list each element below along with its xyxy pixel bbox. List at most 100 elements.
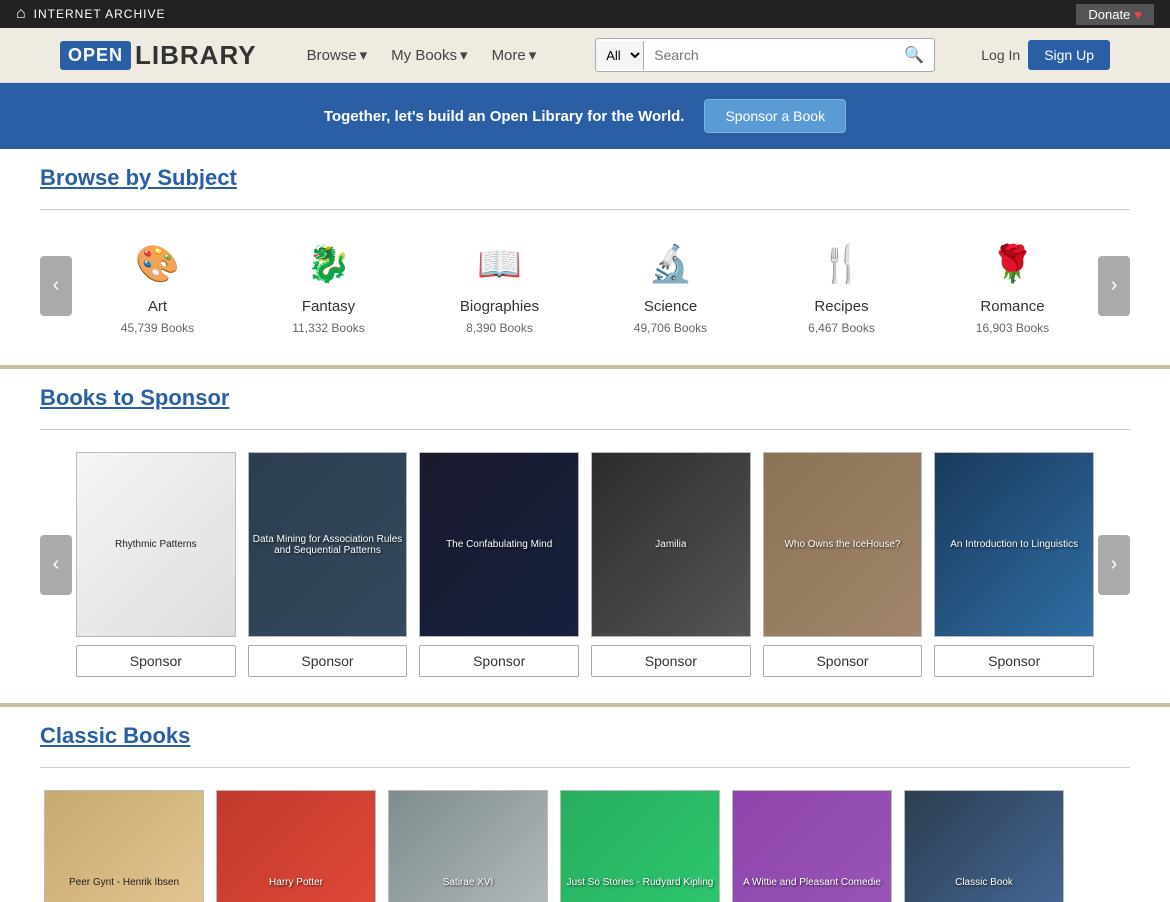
sponsor-button-4[interactable]: Sponsor: [591, 645, 751, 677]
search-button[interactable]: 🔍: [894, 39, 934, 71]
subject-recipes[interactable]: 🍴 Recipes 6,467 Books: [782, 236, 902, 335]
search-icon: 🔍: [904, 47, 924, 64]
sponsor-carousel-prev[interactable]: ‹: [40, 535, 72, 595]
sponsor-button-2[interactable]: Sponsor: [248, 645, 408, 677]
sponsor-book-cover-2: Data Mining for Association Rules and Se…: [248, 452, 408, 637]
sponsor-books-row: Rhythmic Patterns Sponsor Data Mining fo…: [72, 446, 1098, 683]
signup-button[interactable]: Sign Up: [1028, 40, 1110, 70]
classic-books-title[interactable]: Classic Books: [40, 723, 1130, 749]
subject-art[interactable]: 🎨 Art 45,739 Books: [98, 236, 218, 335]
subject-biographies-count: 8,390 Books: [466, 321, 533, 335]
banner-text: Together, let's build an Open Library fo…: [324, 108, 685, 125]
nav-browse[interactable]: Browse ▾: [297, 40, 378, 70]
sponsor-button-1[interactable]: Sponsor: [76, 645, 236, 677]
sponsor-button-3[interactable]: Sponsor: [419, 645, 579, 677]
chevron-down-icon: ▾: [360, 46, 368, 64]
subject-science[interactable]: 🔬 Science 49,706 Books: [611, 236, 731, 335]
donate-button[interactable]: Donate ♥: [1076, 4, 1154, 25]
sponsor-book-title-2: Data Mining for Association Rules and Se…: [249, 530, 407, 560]
classic-book-3[interactable]: Satirae XVI: [388, 790, 548, 902]
subjects-row: 🎨 Art 45,739 Books 🐉 Fantasy 11,332 Book…: [72, 226, 1098, 345]
chevron-down-icon: ▾: [529, 46, 537, 64]
main-scroll-area[interactable]: Browse by Subject ‹ 🎨 Art 45,739 Books 🐉…: [0, 149, 1170, 902]
main-nav: Browse ▾ My Books ▾ More ▾: [297, 40, 547, 70]
subject-art-name: Art: [148, 298, 167, 315]
books-to-sponsor-title[interactable]: Books to Sponsor: [40, 385, 1130, 411]
classic-book-5[interactable]: A Wittie and Pleasant Comedie: [732, 790, 892, 902]
internet-archive-label: INTERNET ARCHIVE: [34, 7, 166, 21]
sponsor-book-cover-4: Jamilia: [591, 452, 751, 637]
classic-book-4[interactable]: Just So Stories - Rudyard Kipling: [560, 790, 720, 902]
logo-library: LIBRARY: [135, 40, 257, 71]
top-bar: ⌂ INTERNET ARCHIVE Donate ♥: [0, 0, 1170, 28]
browse-by-subject-section: Browse by Subject ‹ 🎨 Art 45,739 Books 🐉…: [0, 149, 1170, 365]
subject-recipes-name: Recipes: [814, 298, 868, 315]
sponsor-carousel-next[interactable]: ›: [1098, 535, 1130, 595]
top-bar-left: ⌂ INTERNET ARCHIVE: [16, 5, 165, 23]
sponsor-book-2: Data Mining for Association Rules and Se…: [248, 452, 408, 677]
sponsor-book-5: Who Owns the IceHouse? Sponsor: [763, 452, 923, 677]
sponsor-button-6[interactable]: Sponsor: [934, 645, 1094, 677]
subject-romance[interactable]: 🌹 Romance 16,903 Books: [953, 236, 1073, 335]
classic-book-cover-6: Classic Book: [904, 790, 1064, 902]
search-input[interactable]: [644, 41, 894, 69]
chevron-down-icon: ▾: [460, 46, 468, 64]
nav-more[interactable]: More ▾: [482, 40, 547, 70]
subject-art-count: 45,739 Books: [121, 321, 194, 335]
sponsor-book-3: The Confabulating Mind Sponsor: [419, 452, 579, 677]
sponsor-a-book-button[interactable]: Sponsor a Book: [704, 99, 846, 133]
classic-books-section: Classic Books Peer Gynt - Henrik Ibsen H…: [0, 707, 1170, 902]
sponsor-button-5[interactable]: Sponsor: [763, 645, 923, 677]
subject-romance-count: 16,903 Books: [976, 321, 1049, 335]
header: OPEN LIBRARY Browse ▾ My Books ▾ More ▾ …: [0, 28, 1170, 83]
classic-books-carousel: Peer Gynt - Henrik Ibsen Harry Potter Sa…: [40, 784, 1130, 902]
login-button[interactable]: Log In: [981, 47, 1020, 63]
classic-book-2[interactable]: Harry Potter: [216, 790, 376, 902]
subject-fantasy-count: 11,332 Books: [292, 321, 365, 335]
browse-by-subject-title[interactable]: Browse by Subject: [40, 165, 1130, 191]
classic-book-title-1: Peer Gynt - Henrik Ibsen: [65, 873, 183, 892]
subject-fantasy[interactable]: 🐉 Fantasy 11,332 Books: [269, 236, 389, 335]
sponsor-book-title-1: Rhythmic Patterns: [111, 535, 201, 554]
subject-biographies-name: Biographies: [460, 298, 539, 315]
classic-book-cover-2: Harry Potter: [216, 790, 376, 902]
sponsor-book-cover-3: The Confabulating Mind: [419, 452, 579, 637]
subject-science-count: 49,706 Books: [634, 321, 707, 335]
heart-icon: ♥: [1134, 7, 1142, 22]
classic-book-6[interactable]: Classic Book: [904, 790, 1064, 902]
subject-carousel: ‹ 🎨 Art 45,739 Books 🐉 Fantasy 11,332 Bo…: [40, 226, 1130, 345]
sponsor-books-carousel: ‹ Rhythmic Patterns Sponsor Data Mining …: [40, 446, 1130, 683]
subject-biographies[interactable]: 📖 Biographies 8,390 Books: [440, 236, 560, 335]
romance-icon: 🌹: [985, 236, 1041, 292]
sponsor-book-title-6: An Introduction to Linguistics: [946, 535, 1082, 554]
internet-archive-icon: ⌂: [16, 5, 26, 23]
sponsor-book-cover-6: An Introduction to Linguistics: [934, 452, 1094, 637]
sponsor-book-title-3: The Confabulating Mind: [442, 535, 556, 554]
sponsor-book-cover-1: Rhythmic Patterns: [76, 452, 236, 637]
sponsor-book-6: An Introduction to Linguistics Sponsor: [934, 452, 1094, 677]
classic-book-title-2: Harry Potter: [265, 873, 327, 892]
classic-book-cover-5: A Wittie and Pleasant Comedie: [732, 790, 892, 902]
auth-buttons: Log In Sign Up: [981, 40, 1110, 70]
classic-book-cover-4: Just So Stories - Rudyard Kipling: [560, 790, 720, 902]
sponsor-book-4: Jamilia Sponsor: [591, 452, 751, 677]
subject-romance-name: Romance: [980, 298, 1044, 315]
biographies-icon: 📖: [472, 236, 528, 292]
search-bar: All 🔍: [595, 38, 935, 72]
logo-open: OPEN: [60, 41, 131, 70]
classic-book-1[interactable]: Peer Gynt - Henrik Ibsen: [44, 790, 204, 902]
subject-fantasy-name: Fantasy: [302, 298, 355, 315]
logo-link[interactable]: OPEN LIBRARY: [60, 40, 257, 71]
sponsor-book-cover-5: Who Owns the IceHouse?: [763, 452, 923, 637]
books-to-sponsor-section: Books to Sponsor ‹ Rhythmic Patterns Spo…: [0, 369, 1170, 703]
classic-book-title-6: Classic Book: [951, 873, 1017, 892]
classic-book-cover-3: Satirae XVI: [388, 790, 548, 902]
subject-carousel-next[interactable]: ›: [1098, 256, 1130, 316]
subject-science-name: Science: [644, 298, 697, 315]
search-filter-select[interactable]: All: [596, 41, 644, 70]
nav-my-books[interactable]: My Books ▾: [381, 40, 477, 70]
sponsor-book-title-5: Who Owns the IceHouse?: [780, 535, 904, 554]
sponsor-banner: Together, let's build an Open Library fo…: [60, 83, 1110, 149]
recipes-icon: 🍴: [814, 236, 870, 292]
subject-carousel-prev[interactable]: ‹: [40, 256, 72, 316]
